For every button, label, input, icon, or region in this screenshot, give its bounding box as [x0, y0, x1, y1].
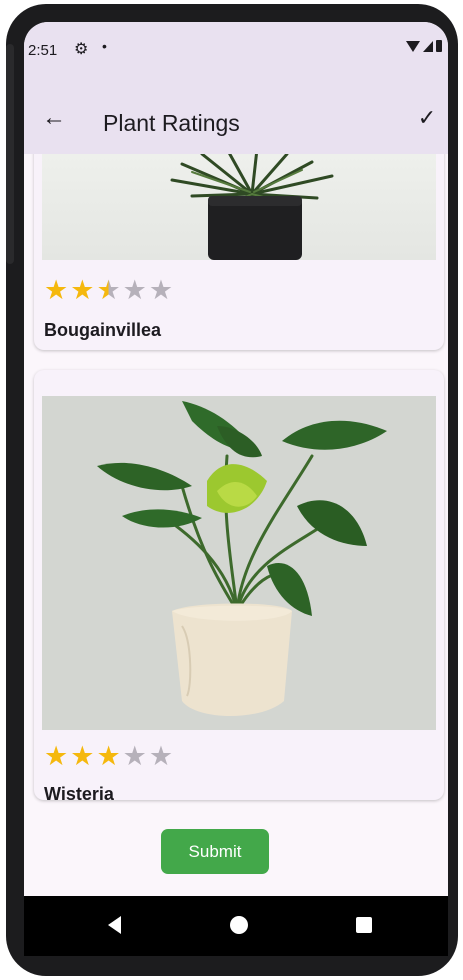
plant-image	[42, 396, 436, 730]
star-rating[interactable]: ★ ★ ★ ★ ★	[44, 276, 173, 304]
wifi-icon	[406, 40, 420, 52]
phone-side-button	[6, 44, 14, 264]
star-rating[interactable]: ★ ★ ★ ★ ★	[44, 742, 173, 770]
battery-icon	[436, 40, 442, 52]
star-icon[interactable]: ★	[96, 742, 120, 770]
star-icon[interactable]: ★	[70, 742, 94, 770]
star-icon[interactable]: ★	[149, 276, 173, 304]
star-icon[interactable]: ★	[70, 276, 94, 304]
plant-card: ★ ★ ★ ★ ★ Bougainvillea	[34, 154, 444, 350]
screen: 2:51 ⚙ • ← Plant Ratings ✓ ★ ★ ★ ★ ★ Bou…	[24, 22, 448, 896]
plant-card: ★ ★ ★ ★ ★ Wisteria	[34, 370, 444, 804]
back-arrow-icon[interactable]: ←	[40, 104, 68, 132]
star-icon[interactable]: ★	[44, 742, 68, 770]
half-star-icon[interactable]: ★	[96, 276, 120, 304]
app-bar: ← Plant Ratings ✓	[24, 82, 448, 154]
nav-back-icon[interactable]	[108, 916, 121, 934]
check-icon[interactable]: ✓	[412, 104, 442, 132]
nav-recents-icon[interactable]	[356, 917, 372, 933]
submit-button[interactable]: Submit	[161, 829, 269, 874]
plant-name: Bougainvillea	[44, 320, 162, 340]
page-title: Plant Ratings	[103, 110, 240, 136]
system-icons	[406, 40, 442, 52]
notification-dot: •	[102, 38, 107, 54]
cell-signal-icon	[423, 40, 433, 52]
star-icon[interactable]: ★	[123, 742, 147, 770]
gear-icon: ⚙	[74, 41, 89, 58]
status-bar: 2:51 ⚙ •	[24, 22, 448, 82]
navigation-bar	[24, 896, 448, 956]
plant-image	[42, 154, 436, 260]
status-time: 2:51	[28, 42, 58, 59]
plant-name: Wisteria	[44, 784, 114, 804]
plant-list[interactable]: ★ ★ ★ ★ ★ Bougainvillea ★ ★ ★ ★ ★ Wister…	[24, 154, 448, 896]
nav-home-icon[interactable]	[230, 916, 248, 934]
star-icon[interactable]: ★	[44, 276, 68, 304]
star-icon[interactable]: ★	[123, 276, 147, 304]
star-icon[interactable]: ★	[149, 742, 173, 770]
